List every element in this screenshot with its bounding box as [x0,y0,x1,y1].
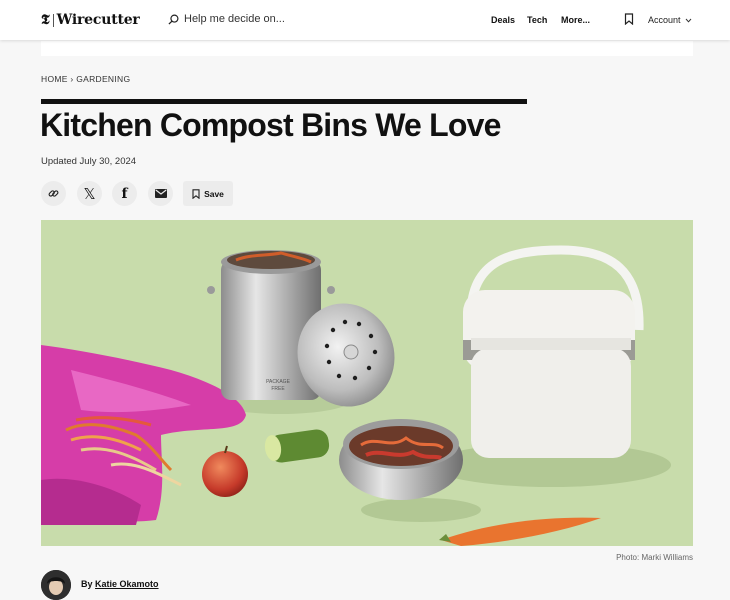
search-placeholder: Help me decide on... [184,13,285,25]
account-menu[interactable]: Account [648,15,692,25]
title-rule [41,99,527,104]
nyt-logo-mark: 𝕿 [41,12,50,28]
breadcrumb-gardening[interactable]: GARDENING [76,74,130,84]
hero-image: PACKAGE FREE [41,220,693,546]
facebook-icon: f [121,185,128,202]
bookmark-icon[interactable] [624,13,634,25]
share-link-button[interactable] [41,181,66,206]
author-link[interactable]: Katie Okamoto [95,579,159,589]
photo-credit: Photo: Marki Williams [616,553,693,562]
canister-label-line2: FREE [271,386,285,392]
canister-label-line1: PACKAGE [266,379,290,385]
page-title: Kitchen Compost Bins We Love [40,107,501,143]
byline: By Katie Okamoto [81,579,159,589]
share-email-button[interactable] [148,181,173,206]
nav-tech[interactable]: Tech [527,15,547,25]
byline-prefix: By [81,579,93,589]
breadcrumb-separator: › [70,74,74,84]
author-photo [41,570,71,600]
share-facebook-button[interactable]: f [112,181,137,206]
ad-placeholder-bar [41,41,693,56]
x-icon: 𝕏 [83,184,96,203]
wirecutter-logo[interactable]: 𝕿 Wirecutter [41,12,140,28]
chevron-down-icon [685,18,692,23]
breadcrumb: HOME › GARDENING [41,74,130,84]
logo-text: Wirecutter [56,12,140,28]
breadcrumb-home[interactable]: HOME [41,74,68,84]
hero-illustration: PACKAGE FREE [41,220,693,546]
save-button[interactable]: Save [183,181,233,206]
avatar[interactable] [41,570,71,600]
share-x-button[interactable]: 𝕏 [77,181,102,206]
bookmark-icon [192,188,200,199]
mail-icon [154,189,167,198]
logo-divider [52,13,54,27]
link-icon [48,190,59,197]
nav-deals[interactable]: Deals [491,15,515,25]
save-label: Save [204,188,224,199]
search-icon [168,14,179,25]
top-bar: 𝕿 Wirecutter Help me decide on... Deals … [0,0,730,40]
search-input[interactable]: Help me decide on... [168,13,285,25]
updated-date: Updated July 30, 2024 [41,156,137,167]
nav-more[interactable]: More... [561,15,590,25]
account-label: Account [648,15,681,25]
